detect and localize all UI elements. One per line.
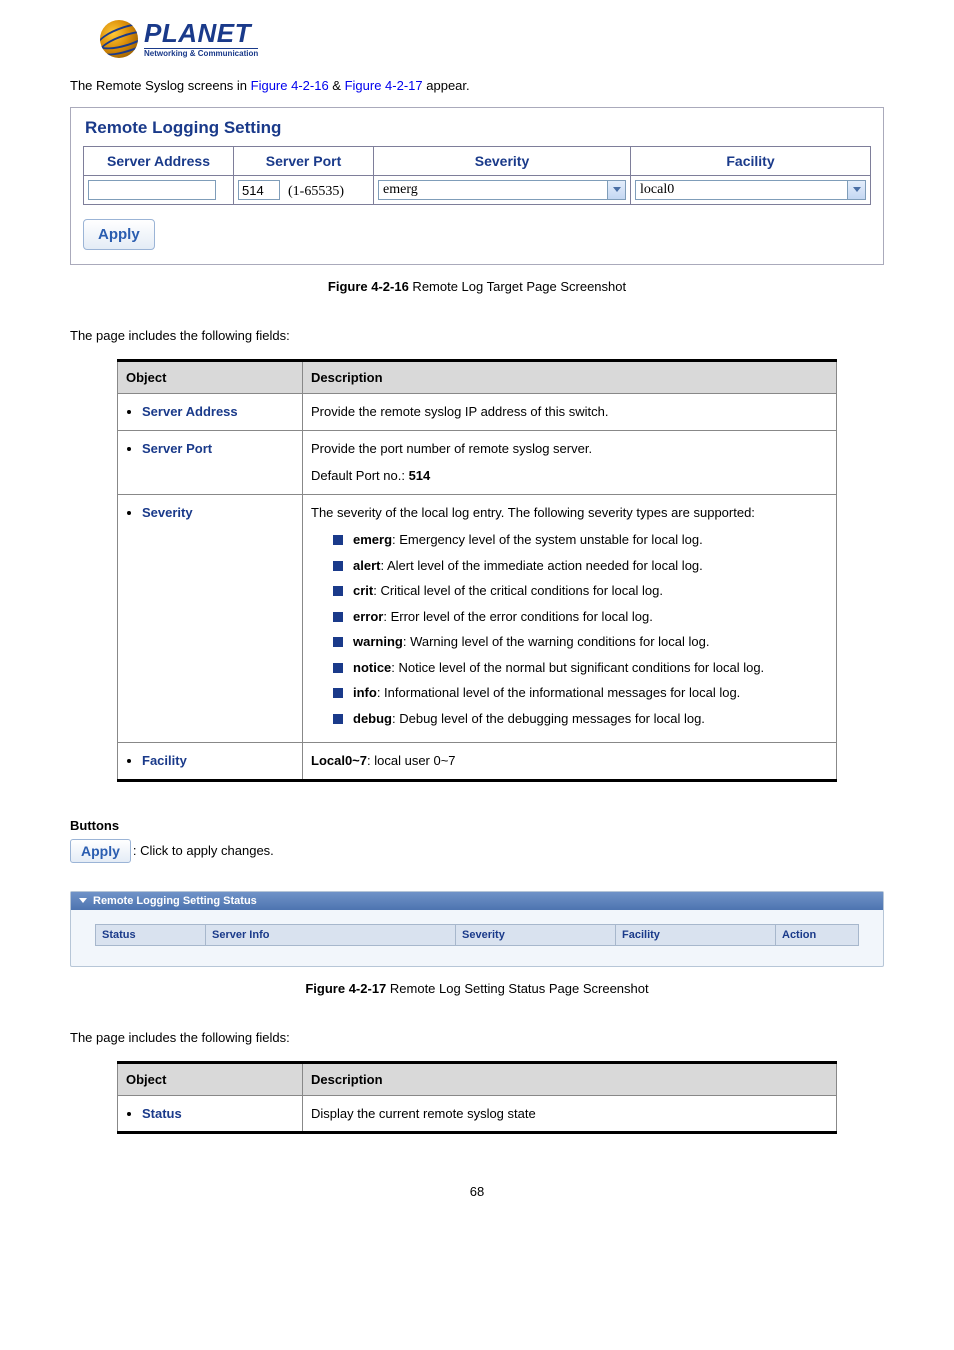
obj-server-port: Server Port xyxy=(142,441,212,456)
col-facility-2: Facility xyxy=(616,924,776,945)
chevron-down-icon xyxy=(847,181,865,199)
list-item: warning: Warning level of the warning co… xyxy=(333,632,828,652)
square-bullet-icon xyxy=(333,688,343,698)
figure-caption-2-rest: Remote Log Setting Status Page Screensho… xyxy=(386,981,648,996)
remote-logging-setting-panel: Remote Logging Setting Server Address Se… xyxy=(70,107,884,265)
document-page: PLANET Networking & Communication The Re… xyxy=(0,0,954,1229)
figure-caption-2: Figure 4-2-17 Remote Log Setting Status … xyxy=(70,981,884,996)
th-description: Description xyxy=(303,361,837,394)
square-bullet-icon xyxy=(333,535,343,545)
figure-caption-1-bold: Figure 4-2-16 xyxy=(328,279,409,294)
intro-mid: & xyxy=(329,78,345,93)
col-severity: Severity xyxy=(374,147,631,176)
intro-pre: The Remote Syslog screens in xyxy=(70,78,251,93)
obj-status: Status xyxy=(142,1106,182,1121)
table-row: Severity The severity of the local log e… xyxy=(118,494,837,743)
config-table: Server Address Server Port Severity Faci… xyxy=(83,146,871,205)
list-item: alert: Alert level of the immediate acti… xyxy=(333,556,828,576)
facility-value: local0 xyxy=(636,181,847,199)
buttons-heading: Buttons xyxy=(70,818,884,833)
th-object: Object xyxy=(118,361,303,394)
chevron-down-icon xyxy=(79,898,87,903)
col-action: Action xyxy=(776,924,859,945)
obj-server-address: Server Address xyxy=(142,404,238,419)
desc-server-address: Provide the remote syslog IP address of … xyxy=(303,394,837,431)
server-port-input[interactable] xyxy=(238,180,280,200)
desc-facility: Local0~7: local user 0~7 xyxy=(303,743,837,781)
buttons-row: Apply: Click to apply changes. xyxy=(70,839,884,863)
globe-icon xyxy=(100,20,138,58)
list-item: debug: Debug level of the debugging mess… xyxy=(333,709,828,729)
page-number: 68 xyxy=(70,1184,884,1199)
desc-status: Display the current remote syslog state xyxy=(303,1095,837,1133)
fields-intro-2: The page includes the following fields: xyxy=(70,1030,884,1045)
obj-facility: Facility xyxy=(142,753,187,768)
table-row: Facility Local0~7: local user 0~7 xyxy=(118,743,837,781)
fields-intro-1: The page includes the following fields: xyxy=(70,328,884,343)
field-table-2: Object Description Status Display the cu… xyxy=(117,1061,837,1135)
square-bullet-icon xyxy=(333,561,343,571)
col-facility: Facility xyxy=(631,147,871,176)
square-bullet-icon xyxy=(333,586,343,596)
th-description-2: Description xyxy=(303,1062,837,1095)
brand-logo: PLANET Networking & Communication xyxy=(100,20,884,58)
port-range-hint: (1-65535) xyxy=(288,184,344,199)
list-item: emerg: Emergency level of the system uns… xyxy=(333,530,828,550)
col-server-info: Server Info xyxy=(206,924,456,945)
desc-server-port: Provide the port number of remote syslog… xyxy=(303,430,837,494)
table-row: Server Address Provide the remote syslog… xyxy=(118,394,837,431)
list-item: notice: Notice level of the normal but s… xyxy=(333,658,828,678)
facility-select[interactable]: local0 xyxy=(635,180,866,200)
intro-text: The Remote Syslog screens in Figure 4-2-… xyxy=(70,78,884,93)
square-bullet-icon xyxy=(333,663,343,673)
apply-description: : Click to apply changes. xyxy=(133,843,274,858)
apply-button-sample[interactable]: Apply xyxy=(70,839,131,863)
desc-severity: The severity of the local log entry. The… xyxy=(303,494,837,743)
col-status: Status xyxy=(96,924,206,945)
list-item: crit: Critical level of the critical con… xyxy=(333,581,828,601)
col-server-address: Server Address xyxy=(84,147,234,176)
severity-value: emerg xyxy=(379,181,607,199)
panel-title: Remote Logging Setting xyxy=(83,114,871,146)
apply-button[interactable]: Apply xyxy=(83,219,155,250)
square-bullet-icon xyxy=(333,637,343,647)
logo-subtitle: Networking & Communication xyxy=(144,48,258,58)
square-bullet-icon xyxy=(333,612,343,622)
logo-name: PLANET xyxy=(144,20,258,46)
figure-link-2[interactable]: Figure 4-2-17 xyxy=(345,78,423,93)
col-server-port: Server Port xyxy=(234,147,374,176)
remote-logging-status-panel: Remote Logging Setting Status Status Ser… xyxy=(70,891,884,967)
th-object-2: Object xyxy=(118,1062,303,1095)
intro-post: appear. xyxy=(423,78,470,93)
status-table: Status Server Info Severity Facility Act… xyxy=(95,924,859,946)
list-item: error: Error level of the error conditio… xyxy=(333,607,828,627)
figure-caption-1-rest: Remote Log Target Page Screenshot xyxy=(409,279,626,294)
chevron-down-icon xyxy=(607,181,625,199)
server-address-input[interactable] xyxy=(88,180,216,200)
severity-select[interactable]: emerg xyxy=(378,180,626,200)
status-panel-header[interactable]: Remote Logging Setting Status xyxy=(71,892,883,910)
list-item: info: Informational level of the informa… xyxy=(333,683,828,703)
square-bullet-icon xyxy=(333,714,343,724)
figure-link-1[interactable]: Figure 4-2-16 xyxy=(251,78,329,93)
status-panel-title: Remote Logging Setting Status xyxy=(93,895,257,907)
col-severity-2: Severity xyxy=(456,924,616,945)
table-row: Server Port Provide the port number of r… xyxy=(118,430,837,494)
obj-severity: Severity xyxy=(142,505,193,520)
figure-caption-2-bold: Figure 4-2-17 xyxy=(305,981,386,996)
table-row: Status Display the current remote syslog… xyxy=(118,1095,837,1133)
figure-caption-1: Figure 4-2-16 Remote Log Target Page Scr… xyxy=(70,279,884,294)
field-table-1: Object Description Server Address Provid… xyxy=(117,359,837,782)
